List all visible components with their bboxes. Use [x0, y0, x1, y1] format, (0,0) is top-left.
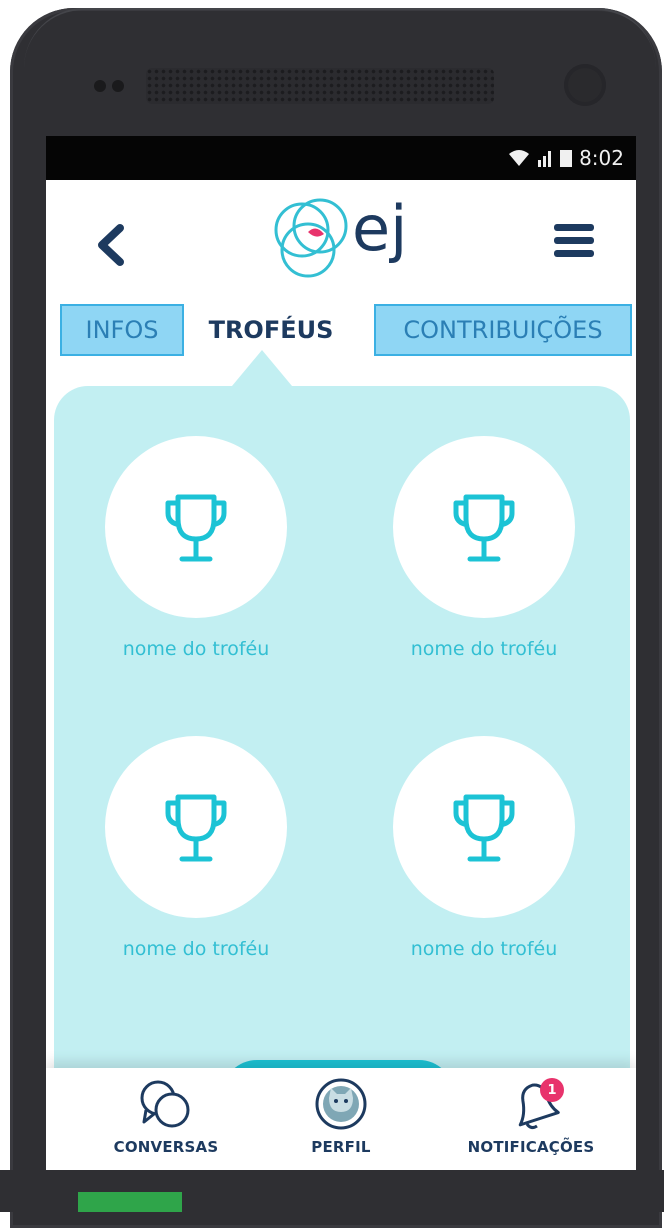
hamburger-menu-icon — [554, 237, 594, 244]
trophy-item[interactable]: nome do troféu — [384, 736, 584, 960]
nav-icon-wrapper — [266, 1068, 416, 1132]
conversations-icon — [140, 1080, 190, 1128]
nav-icon-wrapper — [86, 1068, 246, 1132]
trophy-icon — [453, 794, 515, 862]
signal-icon — [538, 151, 552, 167]
trophy-label: nome do troféu — [410, 938, 558, 960]
trophy-item[interactable]: nome do troféu — [96, 736, 296, 960]
trophy-item[interactable]: nome do troféu — [96, 436, 296, 660]
trophy-label: nome do troféu — [122, 638, 270, 660]
nav-conversas[interactable]: CONVERSAS — [86, 1068, 246, 1170]
ej-logo: ej — [264, 190, 424, 288]
status-bar: 8:02 — [46, 136, 636, 180]
trophy-badge — [105, 736, 287, 918]
notification-badge: 1 — [540, 1078, 564, 1102]
phone-top-edge — [24, 8, 656, 70]
tab-contribuicoes[interactable]: CONTRIBUIÇÕES — [374, 304, 632, 356]
trophy-icon — [165, 794, 227, 862]
battery-icon — [560, 150, 573, 167]
front-camera — [564, 64, 606, 106]
trophy-icon — [165, 494, 227, 562]
bottom-navigation: CONVERSAS PERFIL 1 NOTIFICAÇÕES — [46, 1068, 636, 1170]
back-button[interactable] — [90, 220, 130, 270]
nav-perfil[interactable]: PERFIL — [266, 1068, 416, 1170]
earpiece-speaker — [146, 68, 494, 104]
status-time: 8:02 — [579, 146, 624, 170]
nav-icon-wrapper: 1 — [446, 1068, 616, 1132]
trophy-icon — [453, 494, 515, 562]
nav-label: NOTIFICAÇÕES — [467, 1138, 595, 1156]
wifi-icon — [509, 150, 530, 166]
trophy-item[interactable]: nome do troféu — [384, 436, 584, 660]
app-content: ej INFOS TROFÉUS CONTRIBUIÇÕES nome do t… — [46, 180, 636, 1170]
trophy-badge — [105, 436, 287, 618]
trophy-label: nome do troféu — [410, 638, 558, 660]
logo-text: ej — [352, 192, 408, 265]
status-icons: 8:02 — [507, 146, 624, 170]
hamburger-menu-icon — [554, 250, 594, 257]
nav-notificacoes[interactable]: 1 NOTIFICAÇÕES — [446, 1068, 616, 1170]
trophy-label: nome do troféu — [122, 938, 270, 960]
chevron-left-icon — [98, 224, 124, 266]
profile-cat-icon — [315, 1078, 367, 1130]
menu-button[interactable] — [554, 224, 594, 264]
tab-infos[interactable]: INFOS — [60, 304, 184, 356]
trophies-panel: nome do troféu nome do troféu nome do tr… — [54, 386, 630, 1170]
phone-screen: 8:02 ej INFOS TROFÉUS CONTRIBUIÇÕES nome… — [46, 136, 636, 1170]
tab-label: CONTRIBUIÇÕES — [403, 316, 603, 344]
nav-label: PERFIL — [311, 1138, 371, 1156]
sensor-dot — [94, 80, 106, 92]
tab-label: TROFÉUS — [208, 316, 334, 344]
sensor-dot — [112, 80, 124, 92]
trophy-badge — [393, 436, 575, 618]
tab-trofeus[interactable]: TROFÉUS — [196, 304, 346, 356]
profile-tabs: INFOS TROFÉUS CONTRIBUIÇÕES — [46, 304, 636, 360]
trophy-badge — [393, 736, 575, 918]
home-indicator — [78, 1192, 182, 1212]
app-header: ej — [46, 180, 636, 304]
nav-label: CONVERSAS — [113, 1138, 219, 1156]
active-tab-indicator — [232, 350, 292, 386]
hamburger-menu-icon — [554, 224, 594, 231]
tab-label: INFOS — [85, 316, 159, 344]
